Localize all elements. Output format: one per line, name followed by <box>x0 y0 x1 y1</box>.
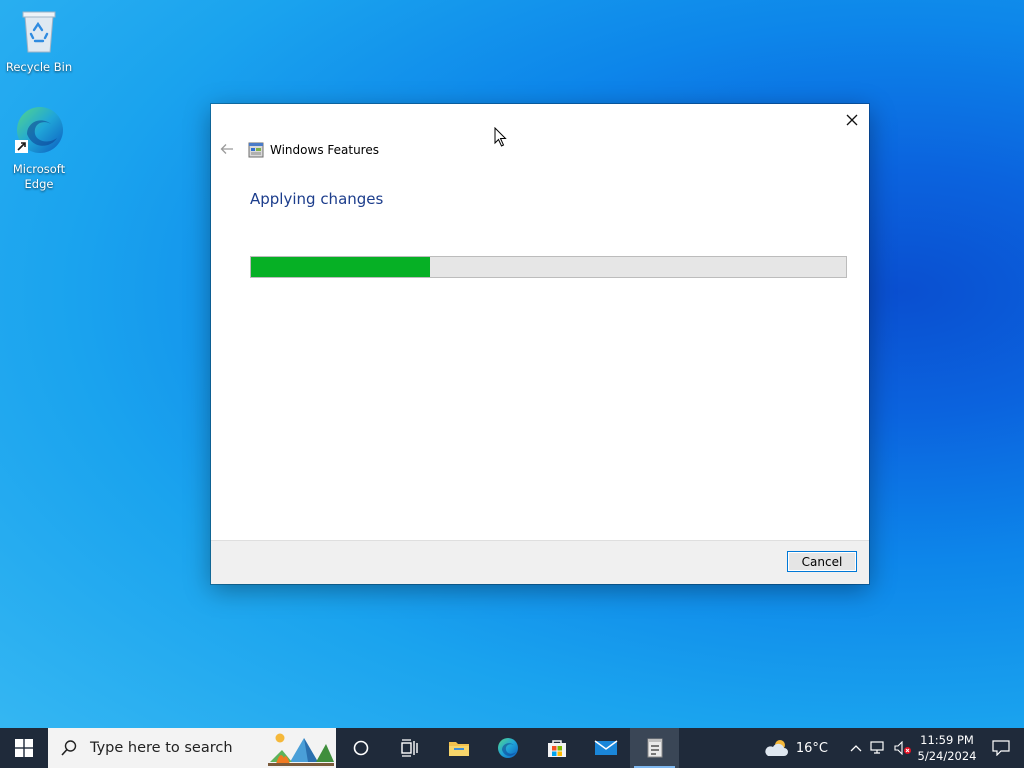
dialog-footer: Cancel <box>211 540 869 584</box>
windows-features-icon <box>647 738 662 758</box>
file-explorer-button[interactable] <box>434 728 483 768</box>
progress-bar <box>250 256 847 278</box>
start-button[interactable] <box>0 728 48 768</box>
edge-icon <box>497 738 518 758</box>
close-icon <box>846 114 858 126</box>
task-view-button[interactable] <box>385 728 434 768</box>
chevron-up-icon <box>850 745 862 752</box>
mail-icon <box>594 740 617 755</box>
network-icon <box>870 741 884 754</box>
taskbar: Type here to search 16°C 11:59 PM 5/24/2… <box>0 728 1024 768</box>
partly-cloudy-icon <box>765 740 788 756</box>
windows-features-icon <box>248 142 264 158</box>
weather-temperature: 16°C <box>795 740 828 756</box>
dialog-title: Windows Features <box>270 143 379 157</box>
search-icon <box>61 740 77 756</box>
search-highlight-campfire-icon <box>268 733 334 766</box>
mouse-cursor-icon <box>494 127 507 147</box>
volume-button[interactable] <box>890 741 916 755</box>
file-explorer-icon <box>448 742 469 756</box>
cortana-button[interactable] <box>336 728 385 768</box>
desktop-icon-microsoft-edge[interactable]: Microsoft Edge <box>4 104 74 192</box>
back-arrow-icon <box>220 144 233 154</box>
clock[interactable]: 11:59 PM 5/24/2024 <box>916 732 978 764</box>
notification-icon <box>992 740 1010 756</box>
task-view-icon <box>400 739 418 757</box>
desktop-icon-recycle-bin[interactable]: Recycle Bin <box>4 8 74 75</box>
close-button[interactable] <box>841 109 863 131</box>
show-hidden-icons-button[interactable] <box>846 744 866 752</box>
progress-bar-fill <box>251 257 430 277</box>
microsoft-edge-icon <box>4 104 74 160</box>
recycle-bin-label: Recycle Bin <box>5 60 73 74</box>
mail-button[interactable] <box>581 728 630 768</box>
clock-time: 11:59 PM <box>920 733 974 747</box>
windows-features-dialog: Windows Features Applying changes Cancel <box>211 104 869 584</box>
store-icon <box>547 740 566 757</box>
store-button[interactable] <box>532 728 581 768</box>
weather-widget[interactable]: 16°C <box>764 738 828 758</box>
system-tray: 16°C 11:59 PM 5/24/2024 <box>764 728 1024 768</box>
search-box[interactable]: Type here to search <box>48 728 336 768</box>
back-button[interactable] <box>219 141 235 157</box>
windows-features-taskbar-button[interactable] <box>630 728 679 768</box>
cortana-icon <box>353 740 368 756</box>
windows-logo-icon <box>15 739 33 757</box>
edge-button[interactable] <box>483 728 532 768</box>
page-heading: Applying changes <box>250 190 384 208</box>
clock-date: 5/24/2024 <box>917 749 977 763</box>
volume-muted-icon <box>894 741 911 755</box>
search-placeholder: Type here to search <box>90 740 233 756</box>
action-center-button[interactable] <box>978 740 1024 756</box>
recycle-bin-icon <box>4 8 74 58</box>
microsoft-edge-label: Microsoft Edge <box>12 162 66 191</box>
dialog-title-row: Windows Features <box>248 141 379 159</box>
cancel-button[interactable]: Cancel <box>787 551 857 572</box>
network-button[interactable] <box>866 741 890 755</box>
